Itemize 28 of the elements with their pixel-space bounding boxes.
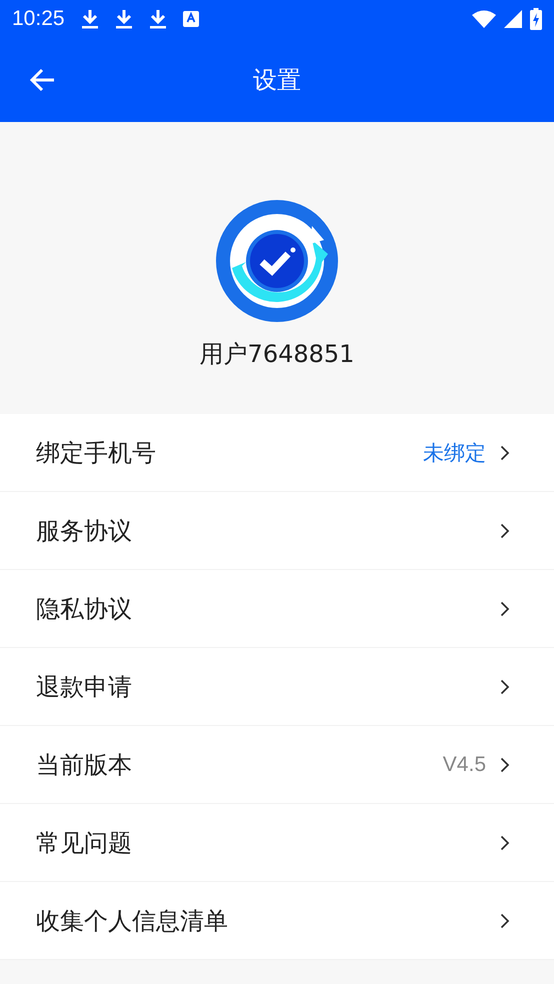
setting-label: 绑定手机号 xyxy=(36,438,157,468)
setting-value: V4.5 xyxy=(442,752,486,776)
status-time: 10:25 xyxy=(12,7,65,31)
setting-label: 常见问题 xyxy=(36,828,133,858)
username: 用户7648851 xyxy=(200,339,354,370)
setting-label: 当前版本 xyxy=(36,750,133,780)
download-icon xyxy=(114,8,133,30)
chevron-right-icon xyxy=(500,912,510,928)
chevron-right-icon xyxy=(500,600,510,616)
setting-value: 未绑定 xyxy=(423,440,486,466)
app-logo-icon xyxy=(216,200,338,322)
arrow-left-icon xyxy=(30,68,56,92)
setting-label: 服务协议 xyxy=(36,516,133,546)
setting-label: 退款申请 xyxy=(36,672,133,702)
wifi-icon xyxy=(472,10,496,28)
chevron-right-icon xyxy=(500,678,510,694)
setting-label: 隐私协议 xyxy=(36,594,133,624)
download-icon xyxy=(148,8,167,30)
battery-icon xyxy=(530,8,542,30)
chevron-right-icon xyxy=(500,756,510,772)
page-title: 设置 xyxy=(253,66,301,94)
chevron-right-icon xyxy=(500,444,510,460)
signal-icon xyxy=(504,10,522,28)
chevron-right-icon xyxy=(500,834,510,850)
keyboard-icon xyxy=(182,11,199,27)
chevron-right-icon xyxy=(500,522,510,538)
download-icon xyxy=(80,8,99,30)
setting-label: 收集个人信息清单 xyxy=(36,906,229,936)
